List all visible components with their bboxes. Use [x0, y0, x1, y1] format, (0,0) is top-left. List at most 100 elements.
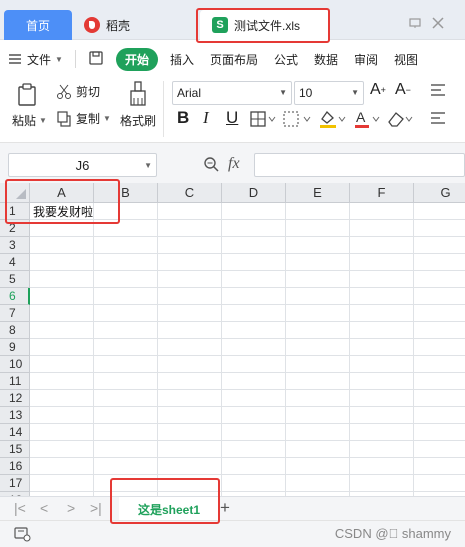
cell-c15[interactable]: [158, 441, 222, 458]
cell-a15[interactable]: [30, 441, 94, 458]
cell-c13[interactable]: [158, 407, 222, 424]
cell-b17[interactable]: [94, 475, 158, 492]
cell-g12[interactable]: [414, 390, 465, 407]
cell-f1[interactable]: [350, 203, 414, 220]
cell-f13[interactable]: [350, 407, 414, 424]
row-header-11[interactable]: 11: [0, 373, 30, 390]
row-header-10[interactable]: 10: [0, 356, 30, 373]
column-header-b[interactable]: B: [94, 183, 158, 203]
cell-d16[interactable]: [222, 458, 286, 475]
column-header-c[interactable]: C: [158, 183, 222, 203]
cell-g7[interactable]: [414, 305, 465, 322]
cell-g16[interactable]: [414, 458, 465, 475]
file-menu[interactable]: 文件 ▼: [0, 51, 71, 68]
row-header-9[interactable]: 9: [0, 339, 30, 356]
cell-e9[interactable]: [286, 339, 350, 356]
row-header-15[interactable]: 15: [0, 441, 30, 458]
fill-color-icon[interactable]: [318, 109, 346, 129]
cell-d5[interactable]: [222, 271, 286, 288]
cell-g1[interactable]: [414, 203, 465, 220]
cell-e4[interactable]: [286, 254, 350, 271]
cell-b3[interactable]: [94, 237, 158, 254]
cell-c12[interactable]: [158, 390, 222, 407]
cell-b11[interactable]: [94, 373, 158, 390]
cell-c3[interactable]: [158, 237, 222, 254]
cell-f12[interactable]: [350, 390, 414, 407]
cell-g9[interactable]: [414, 339, 465, 356]
cell-f4[interactable]: [350, 254, 414, 271]
cell-g2[interactable]: [414, 220, 465, 237]
format-painter-icon[interactable]: [128, 81, 148, 107]
cell-b16[interactable]: [94, 458, 158, 475]
cell-c8[interactable]: [158, 322, 222, 339]
row-header-2[interactable]: 2: [0, 220, 30, 237]
next-sheet-icon[interactable]: >: [67, 500, 75, 516]
cell-d2[interactable]: [222, 220, 286, 237]
cell-c14[interactable]: [158, 424, 222, 441]
cell-f10[interactable]: [350, 356, 414, 373]
cell-f8[interactable]: [350, 322, 414, 339]
cell-f2[interactable]: [350, 220, 414, 237]
cell-e2[interactable]: [286, 220, 350, 237]
first-sheet-icon[interactable]: |<: [14, 500, 26, 516]
cell-f15[interactable]: [350, 441, 414, 458]
cell-d8[interactable]: [222, 322, 286, 339]
cell-f3[interactable]: [350, 237, 414, 254]
close-window-icon[interactable]: [431, 16, 445, 33]
cell-a4[interactable]: [30, 254, 94, 271]
cell-b10[interactable]: [94, 356, 158, 373]
tab-page-layout[interactable]: 页面布局: [202, 51, 266, 68]
cell-b15[interactable]: [94, 441, 158, 458]
cell-f14[interactable]: [350, 424, 414, 441]
cell-d13[interactable]: [222, 407, 286, 424]
cell-d10[interactable]: [222, 356, 286, 373]
column-header-e[interactable]: E: [286, 183, 350, 203]
cell-f5[interactable]: [350, 271, 414, 288]
cell-b2[interactable]: [94, 220, 158, 237]
last-sheet-icon[interactable]: >|: [90, 500, 102, 516]
tab-data[interactable]: 数据: [306, 51, 346, 68]
cell-d11[interactable]: [222, 373, 286, 390]
formula-input[interactable]: [254, 153, 465, 177]
cell-d4[interactable]: [222, 254, 286, 271]
cell-e1[interactable]: [286, 203, 350, 220]
cell-g6[interactable]: [414, 288, 465, 305]
cell-c2[interactable]: [158, 220, 222, 237]
cell-f9[interactable]: [350, 339, 414, 356]
cell-c11[interactable]: [158, 373, 222, 390]
underline-icon[interactable]: U: [226, 108, 238, 128]
cell-b5[interactable]: [94, 271, 158, 288]
column-header-a[interactable]: A: [30, 183, 94, 203]
cell-g3[interactable]: [414, 237, 465, 254]
cell-b7[interactable]: [94, 305, 158, 322]
spreadsheet-grid[interactable]: ABCDEFG1我要发财啦23456789101112131415161718: [0, 183, 465, 496]
row-header-13[interactable]: 13: [0, 407, 30, 424]
font-color-icon[interactable]: A: [353, 109, 381, 129]
cell-e10[interactable]: [286, 356, 350, 373]
row-header-12[interactable]: 12: [0, 390, 30, 407]
cell-a14[interactable]: [30, 424, 94, 441]
cell-c5[interactable]: [158, 271, 222, 288]
paste-button[interactable]: 粘贴 ▼: [12, 112, 47, 129]
italic-icon[interactable]: I: [203, 108, 209, 128]
tab-document[interactable]: S 测试文件.xls: [200, 10, 330, 40]
cell-c4[interactable]: [158, 254, 222, 271]
search-formula-icon[interactable]: [203, 156, 219, 175]
macro-icon[interactable]: [14, 526, 32, 545]
cell-a8[interactable]: [30, 322, 94, 339]
decrease-font-icon[interactable]: A −: [395, 81, 411, 99]
cell-c17[interactable]: [158, 475, 222, 492]
cell-b1[interactable]: [94, 203, 158, 220]
cell-a17[interactable]: [30, 475, 94, 492]
cell-e5[interactable]: [286, 271, 350, 288]
cell-g4[interactable]: [414, 254, 465, 271]
cell-d15[interactable]: [222, 441, 286, 458]
cell-f6[interactable]: [350, 288, 414, 305]
cell-c10[interactable]: [158, 356, 222, 373]
save-icon[interactable]: [80, 50, 112, 69]
tab-daoke[interactable]: 稻壳: [76, 10, 194, 40]
select-all-corner[interactable]: [0, 183, 30, 203]
cell-g5[interactable]: [414, 271, 465, 288]
fx-icon[interactable]: fx: [228, 155, 240, 173]
copy-button[interactable]: 复制 ▼: [56, 110, 111, 127]
